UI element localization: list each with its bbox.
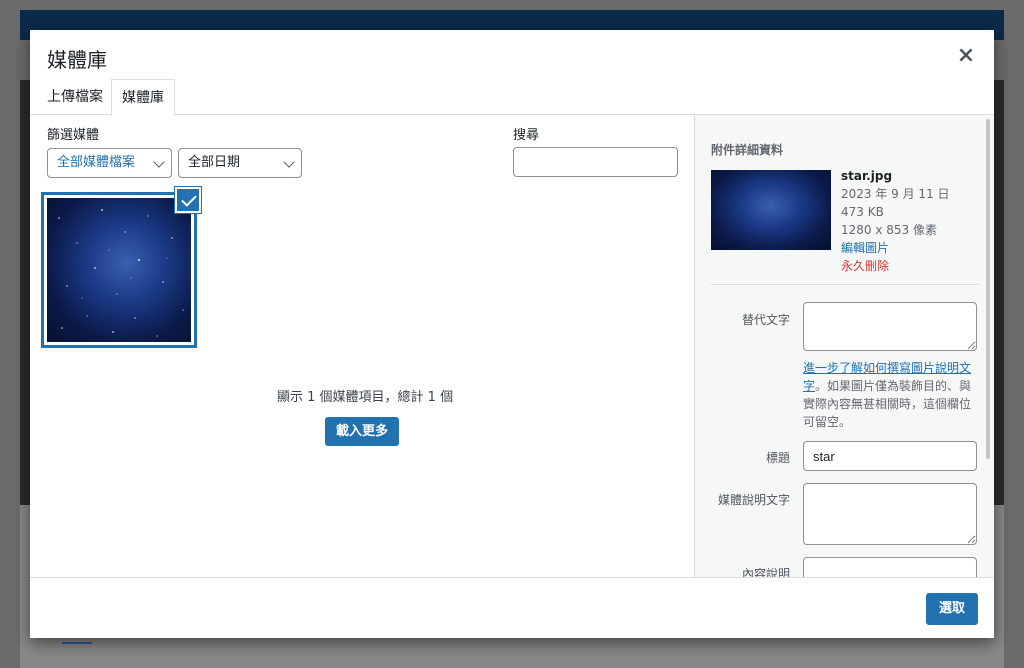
attachment-preview-image	[711, 170, 831, 250]
load-more-button[interactable]: 載入更多	[325, 417, 399, 446]
attachment-filesize: 473 KB	[841, 205, 884, 219]
star-image	[47, 198, 191, 342]
alt-text-description: 進一步了解如何撰寫圖片說明文字。如果圖片僅為裝飾目的、與實際內容無甚相關時，這個…	[803, 359, 979, 431]
title-field[interactable]	[803, 441, 977, 471]
description-label: 內容說明	[741, 567, 790, 577]
backdrop-accent	[62, 642, 92, 644]
media-library-modal: 媒體庫 × 上傳檔案 媒體庫 篩選媒體 全部媒體檔案 全部日期 搜尋 顯示 1 …	[30, 30, 994, 638]
alt-text-label: 替代文字	[741, 313, 790, 327]
tab-media-library[interactable]: 媒體庫	[111, 79, 175, 116]
title-label: 標題	[765, 451, 790, 465]
search-input[interactable]	[513, 147, 678, 177]
media-type-select-value: 全部媒體檔案	[57, 155, 136, 170]
search-label: 搜尋	[513, 128, 540, 143]
description-field[interactable]	[803, 557, 977, 577]
caption-label: 媒體說明文字	[717, 493, 790, 507]
attachment-info: star.jpg 2023 年 9 月 11 日 473 KB 1280 x 8…	[841, 167, 950, 275]
media-count-text: 顯示 1 個媒體項目，總計 1 個	[277, 390, 454, 405]
select-button[interactable]: 選取	[926, 593, 978, 625]
chevron-down-icon	[283, 156, 295, 168]
attachment-date: 2023 年 9 月 11 日	[841, 187, 950, 201]
chevron-down-icon	[153, 156, 165, 168]
tab-bar: 上傳檔案 媒體庫	[30, 79, 994, 116]
tab-upload-files[interactable]: 上傳檔案	[37, 79, 113, 115]
media-type-select[interactable]: 全部媒體檔案	[47, 148, 172, 178]
attachment-dimensions: 1280 x 853 像素	[841, 223, 937, 237]
attachment-filename: star.jpg	[841, 169, 893, 183]
edit-image-link[interactable]: 編輯圖片	[841, 239, 950, 257]
selected-check-icon[interactable]	[175, 187, 201, 213]
filter-media-label: 篩選媒體	[47, 128, 100, 143]
attachment-details-panel: 附件詳細資料 star.jpg 2023 年 9 月 11 日 473 KB 1…	[694, 115, 994, 577]
sidebar-scrollbar[interactable]	[986, 119, 990, 459]
modal-title: 媒體庫	[47, 48, 107, 72]
media-thumbnail-star[interactable]	[41, 192, 197, 348]
alt-text-help-text: 。如果圖片僅為裝飾目的、與實際內容無甚相關時，這個欄位可留空。	[803, 379, 972, 429]
caption-field[interactable]	[803, 483, 977, 545]
close-icon[interactable]: ×	[954, 44, 978, 68]
delete-permanently-link[interactable]: 永久刪除	[841, 257, 950, 275]
alt-text-field[interactable]	[803, 302, 977, 351]
date-select[interactable]: 全部日期	[178, 148, 302, 178]
divider	[711, 284, 979, 285]
modal-footer: 選取	[30, 577, 994, 638]
date-select-value: 全部日期	[188, 155, 241, 170]
attachment-details-heading: 附件詳細資料	[711, 143, 784, 157]
